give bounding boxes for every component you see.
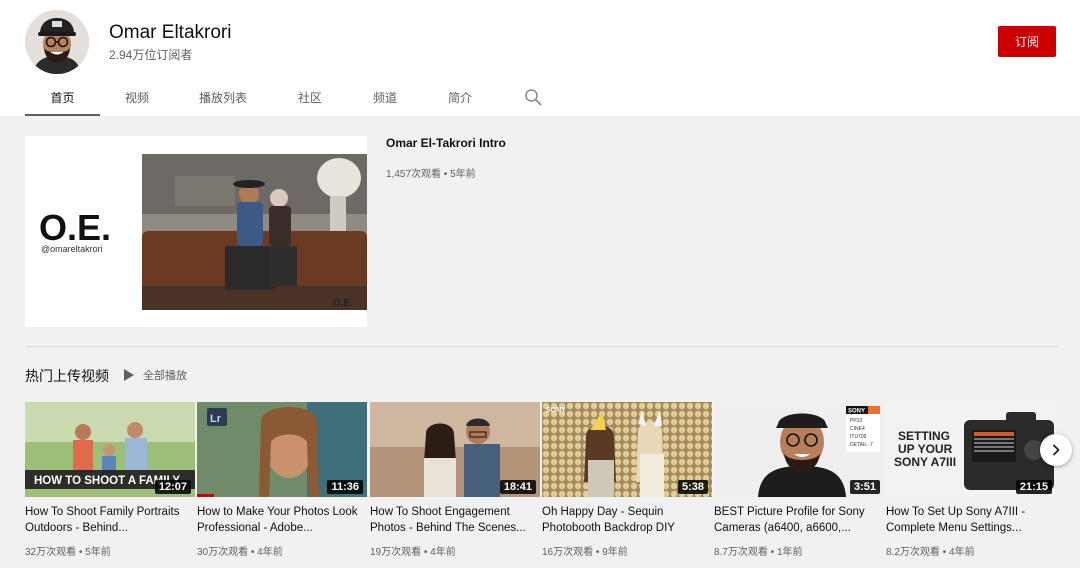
play-all-button[interactable]: 全部播放 <box>123 366 187 384</box>
video-card[interactable]: HOW TO SHOOT A FAMILY 12:07 How To Shoot… <box>25 402 195 562</box>
video-title[interactable]: How To Shoot Engagement Photos - Behind … <box>370 504 538 536</box>
settings-line: ITU709 <box>850 434 867 440</box>
video-title[interactable]: How to Make Your Photos Look Professiona… <box>197 504 365 536</box>
tab-home[interactable]: 首页 <box>25 78 100 116</box>
video-title[interactable]: How To Shoot Family Portraits Outdoors -… <box>25 504 193 536</box>
video-thumbnail[interactable]: SONY 5:38 <box>542 402 712 497</box>
watch-progress-bar <box>197 494 214 497</box>
video-meta: 19万次观看 • 4年前 <box>370 547 456 558</box>
play-all-label: 全部播放 <box>143 370 187 382</box>
settings-line: PP10 <box>850 418 862 424</box>
video-duration: 12:07 <box>154 480 191 494</box>
video-duration: 18:41 <box>499 480 536 494</box>
tab-community[interactable]: 社区 <box>285 78 335 116</box>
video-meta: 30万次观看 • 4年前 <box>197 547 283 558</box>
thumbnail-overlay-line: SETTING <box>898 429 950 443</box>
section-divider <box>25 346 1057 347</box>
settings-line: CINE4 <box>850 426 865 432</box>
subscribe-button[interactable]: 订阅 <box>998 26 1056 57</box>
next-videos-button[interactable] <box>1040 434 1072 466</box>
video-thumbnail[interactable]: Lr 11:36 <box>197 402 367 497</box>
video-duration: 3:51 <box>849 480 880 494</box>
video-title[interactable]: How To Set Up Sony A7III - Complete Menu… <box>886 504 1054 536</box>
thumbnail-overlay-line: SONY A7III <box>894 455 956 469</box>
avatar-portrait <box>25 10 89 74</box>
thumbnail-brand-text: SONY <box>546 407 566 414</box>
video-thumbnail[interactable]: SETTING UP YOUR SONY A7III 21:15 <box>886 402 1056 497</box>
channel-header: Omar Eltakrori 2.94万位订阅者 订阅 首页 视频 播放列表 社… <box>0 0 1080 116</box>
video-thumbnail[interactable]: SONY PP10 CINE4 ITU709 DETAIL -7 3:51 <box>714 402 884 497</box>
play-icon <box>124 369 134 381</box>
video-duration: 21:15 <box>1015 480 1052 494</box>
video-thumbnail[interactable]: HOW TO SHOOT A FAMILY 12:07 <box>25 402 195 497</box>
video-meta: 8.7万次观看 • 1年前 <box>714 547 803 558</box>
tab-channels[interactable]: 频道 <box>360 78 410 116</box>
featured-logo-text: O.E. <box>39 207 111 248</box>
video-title[interactable]: BEST Picture Profile for Sony Cameras (a… <box>714 504 882 536</box>
featured-thumbnail-image: O.E. @omareltakrori O.E. <box>25 136 367 327</box>
search-icon[interactable] <box>524 88 542 106</box>
video-duration: 5:38 <box>677 480 708 494</box>
settings-line: DETAIL -7 <box>850 442 873 448</box>
video-duration: 11:36 <box>327 480 363 494</box>
sony-badge-text: SONY <box>848 409 865 415</box>
video-card[interactable]: 18:41 How To Shoot Engagement Photos - B… <box>370 402 540 562</box>
thumbnail-overlay-line: UP YOUR <box>898 442 953 456</box>
featured-watermark-text: O.E. <box>333 298 353 309</box>
channel-tabs: 首页 视频 播放列表 社区 频道 简介 <box>25 78 585 116</box>
video-card[interactable]: SETTING UP YOUR SONY A7III 21:15 How To … <box>886 402 1056 562</box>
video-thumbnail[interactable]: 18:41 <box>370 402 540 497</box>
video-title[interactable]: Oh Happy Day - Sequin Photobooth Backdro… <box>542 504 710 536</box>
chevron-right-icon <box>1053 444 1060 456</box>
tab-playlists[interactable]: 播放列表 <box>191 78 255 116</box>
channel-avatar[interactable] <box>25 10 89 74</box>
tab-about[interactable]: 简介 <box>435 78 485 116</box>
subscriber-count: 2.94万位订阅者 <box>109 48 193 62</box>
video-card[interactable]: SONY 5:38 Oh Happy Day - Sequin Photoboo… <box>542 402 712 562</box>
popular-uploads-title[interactable]: 热门上传视频 <box>25 366 109 386</box>
featured-handle-text: @omareltakrori <box>41 244 103 254</box>
channel-name: Omar Eltakrori <box>109 22 232 43</box>
video-meta: 32万次观看 • 5年前 <box>25 547 111 558</box>
video-card[interactable]: Lr 11:36 How to Make Your Photos Look Pr… <box>197 402 367 562</box>
featured-video-title[interactable]: Omar El-Takrori Intro <box>386 136 506 150</box>
featured-video-meta: 1,457次观看 • 5年前 <box>386 169 476 180</box>
tab-videos[interactable]: 视频 <box>112 78 162 116</box>
video-meta: 16万次观看 • 9年前 <box>542 547 628 558</box>
video-meta: 8.2万次观看 • 4年前 <box>886 547 975 558</box>
video-card[interactable]: SONY PP10 CINE4 ITU709 DETAIL -7 3:51 BE… <box>714 402 884 562</box>
lightroom-badge-text: Lr <box>210 413 222 425</box>
featured-video-thumbnail[interactable]: O.E. @omareltakrori O.E. <box>25 136 367 327</box>
